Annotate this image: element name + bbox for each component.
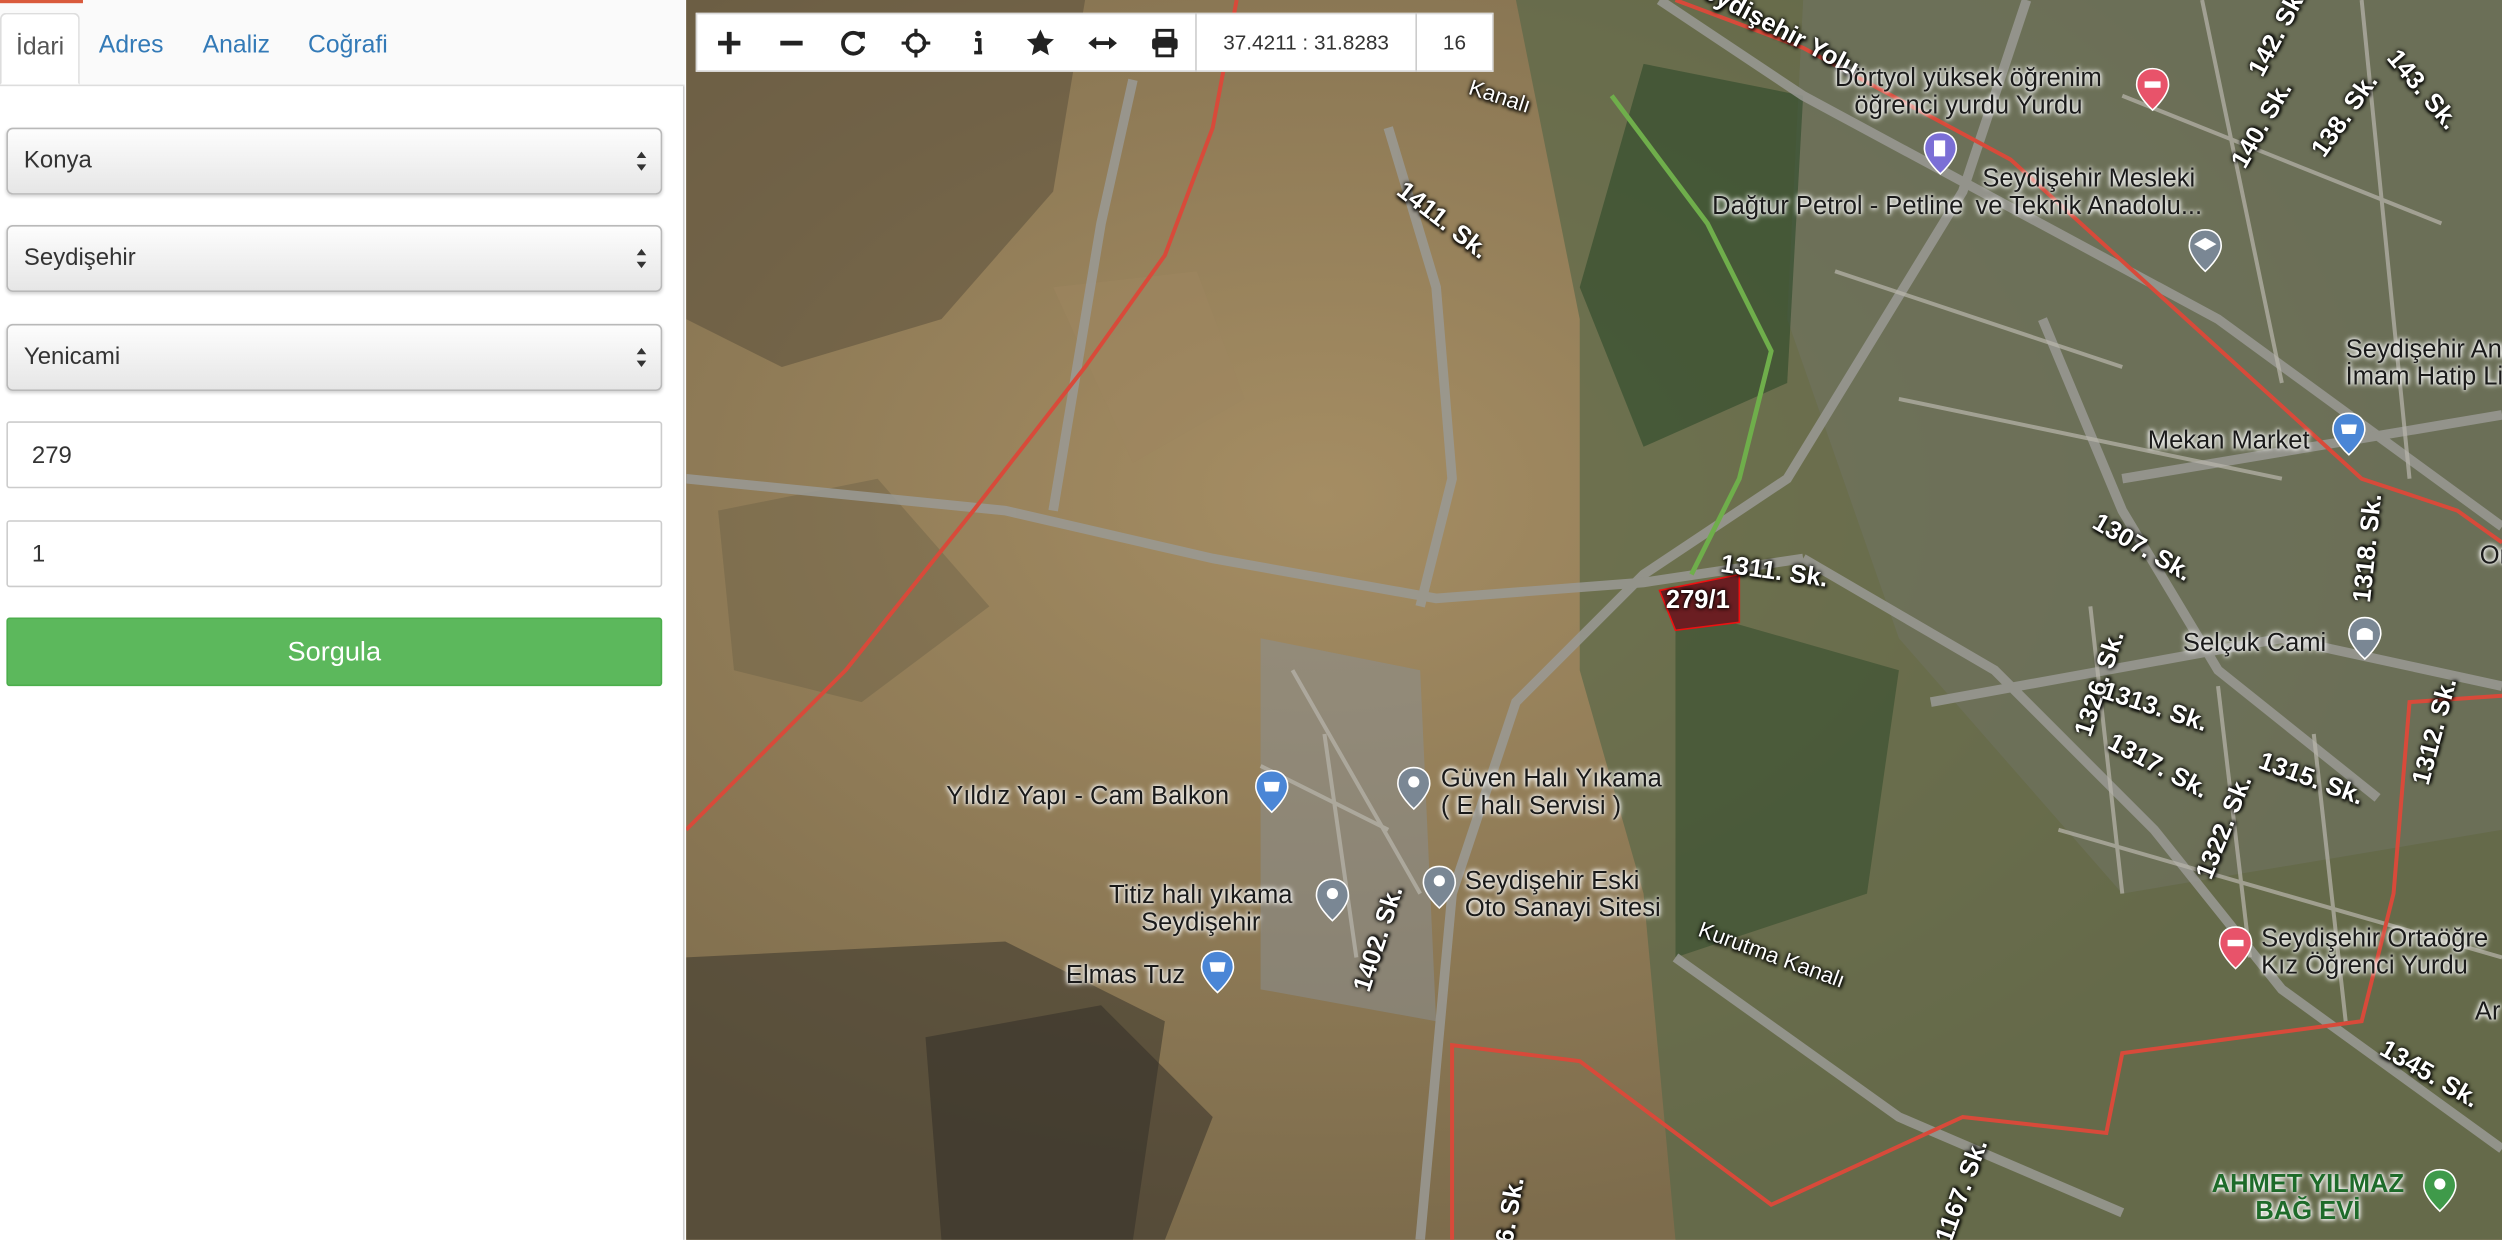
tab-idari[interactable]: İdari	[0, 12, 81, 85]
place-label[interactable]: Dağtur Petrol - Petline	[1712, 193, 1963, 220]
place-label[interactable]: Dörtyol yüksek öğrenim öğrenci yurdu Yurd…	[1835, 65, 2102, 119]
location-pin-icon[interactable]	[1315, 878, 1350, 923]
location-pin-icon[interactable]	[1396, 766, 1431, 811]
mosque-pin-icon[interactable]	[2347, 616, 2382, 661]
select-arrows-icon	[636, 151, 647, 171]
shopping-pin-icon[interactable]	[1254, 769, 1289, 814]
zoom-in-button[interactable]	[697, 13, 759, 72]
place-label[interactable]: Güven Halı Yıkama( E halı Servisi )	[1441, 766, 1662, 820]
map-toolbar: 37.4211 : 31.8283 16	[695, 12, 1494, 72]
district-select[interactable]: Seydişehir	[6, 224, 663, 293]
parcel-label[interactable]: 279/1	[1666, 587, 1730, 616]
zoom-in-icon	[717, 31, 740, 54]
select-arrows-icon	[636, 248, 647, 269]
refresh-button[interactable]	[822, 13, 884, 72]
print-icon	[1151, 28, 1177, 57]
satellite-basemap	[686, 0, 2502, 1240]
tab-bar: İdari Adres Analiz Coğrafi	[0, 0, 685, 87]
tab-adres[interactable]: Adres	[85, 13, 178, 85]
fuel-pin-icon[interactable]	[1923, 131, 1958, 176]
info-button[interactable]	[946, 13, 1008, 72]
shopping-pin-icon[interactable]	[1200, 949, 1235, 994]
tab-analiz[interactable]: Analiz	[188, 13, 284, 85]
place-label[interactable]: AHMET YILMAZ BAĞ EVİ	[2212, 1171, 2404, 1225]
province-select[interactable]: Konya	[6, 127, 663, 195]
block-input[interactable]	[6, 421, 663, 489]
garden-pin-icon[interactable]	[2422, 1168, 2457, 1213]
measure-icon	[1087, 35, 1117, 49]
place-label[interactable]: Mekan Market	[2148, 428, 2310, 455]
locate-button[interactable]	[884, 13, 946, 72]
parcel-input[interactable]	[6, 520, 663, 588]
star-icon	[1026, 28, 1054, 55]
zoom-level-readout: 16	[1415, 12, 1492, 72]
neighborhood-select[interactable]: Yenicami	[6, 323, 663, 391]
query-panel: İdari Adres Analiz Coğrafi Konya Seydişe…	[0, 0, 685, 1240]
place-label[interactable]: Seydişehir Eski Oto Sanayi Sitesi	[1465, 868, 1661, 922]
favorite-button[interactable]	[1008, 13, 1070, 72]
info-icon	[973, 29, 982, 54]
lodging-pin-icon[interactable]	[2135, 67, 2170, 112]
crosshair-icon	[900, 27, 930, 57]
measure-button[interactable]	[1071, 13, 1133, 72]
zoom-out-icon	[779, 39, 802, 45]
place-label[interactable]: Titiz halı yıkama Seydişehir	[1109, 882, 1293, 936]
district-value: Seydişehir	[23, 244, 136, 272]
place-label[interactable]: Selçuk Cami	[2183, 630, 2326, 657]
place-label[interactable]: Seydişehir Ortaöğre Kız Öğrenci Yurdu	[2261, 926, 2488, 980]
place-label[interactable]: Ar	[2475, 999, 2501, 1026]
place-label[interactable]: Yıldız Yapı - Cam Balkon	[946, 783, 1229, 810]
place-label[interactable]: Or	[2480, 543, 2502, 570]
print-button[interactable]	[1133, 13, 1195, 72]
location-pin-icon[interactable]	[1422, 865, 1457, 910]
accent-line	[0, 0, 83, 4]
place-label[interactable]: Seydişehir Anadİmam Hatip Lis	[2346, 337, 2502, 391]
lodging-pin-icon[interactable]	[2218, 926, 2253, 971]
map-view[interactable]: Seydişehir Yolu 1411. Sk. Kanalı 1311. S…	[686, 0, 2502, 1240]
query-button[interactable]: Sorgula	[6, 617, 663, 687]
select-arrows-icon	[636, 347, 647, 368]
refresh-icon	[840, 30, 865, 55]
zoom-out-button[interactable]	[760, 13, 822, 72]
school-pin-icon[interactable]	[2188, 228, 2223, 273]
place-label[interactable]: Elmas Tuz	[1066, 962, 1185, 989]
coordinate-readout: 37.4211 : 31.8283	[1195, 12, 1415, 72]
province-value: Konya	[23, 146, 92, 174]
place-label[interactable]: Seydişehir Mesleki ve Teknik Anadolu...	[1975, 166, 2202, 220]
neighborhood-value: Yenicami	[23, 343, 121, 371]
shopping-pin-icon[interactable]	[2331, 412, 2366, 457]
tab-cografi[interactable]: Coğrafi	[294, 13, 402, 85]
